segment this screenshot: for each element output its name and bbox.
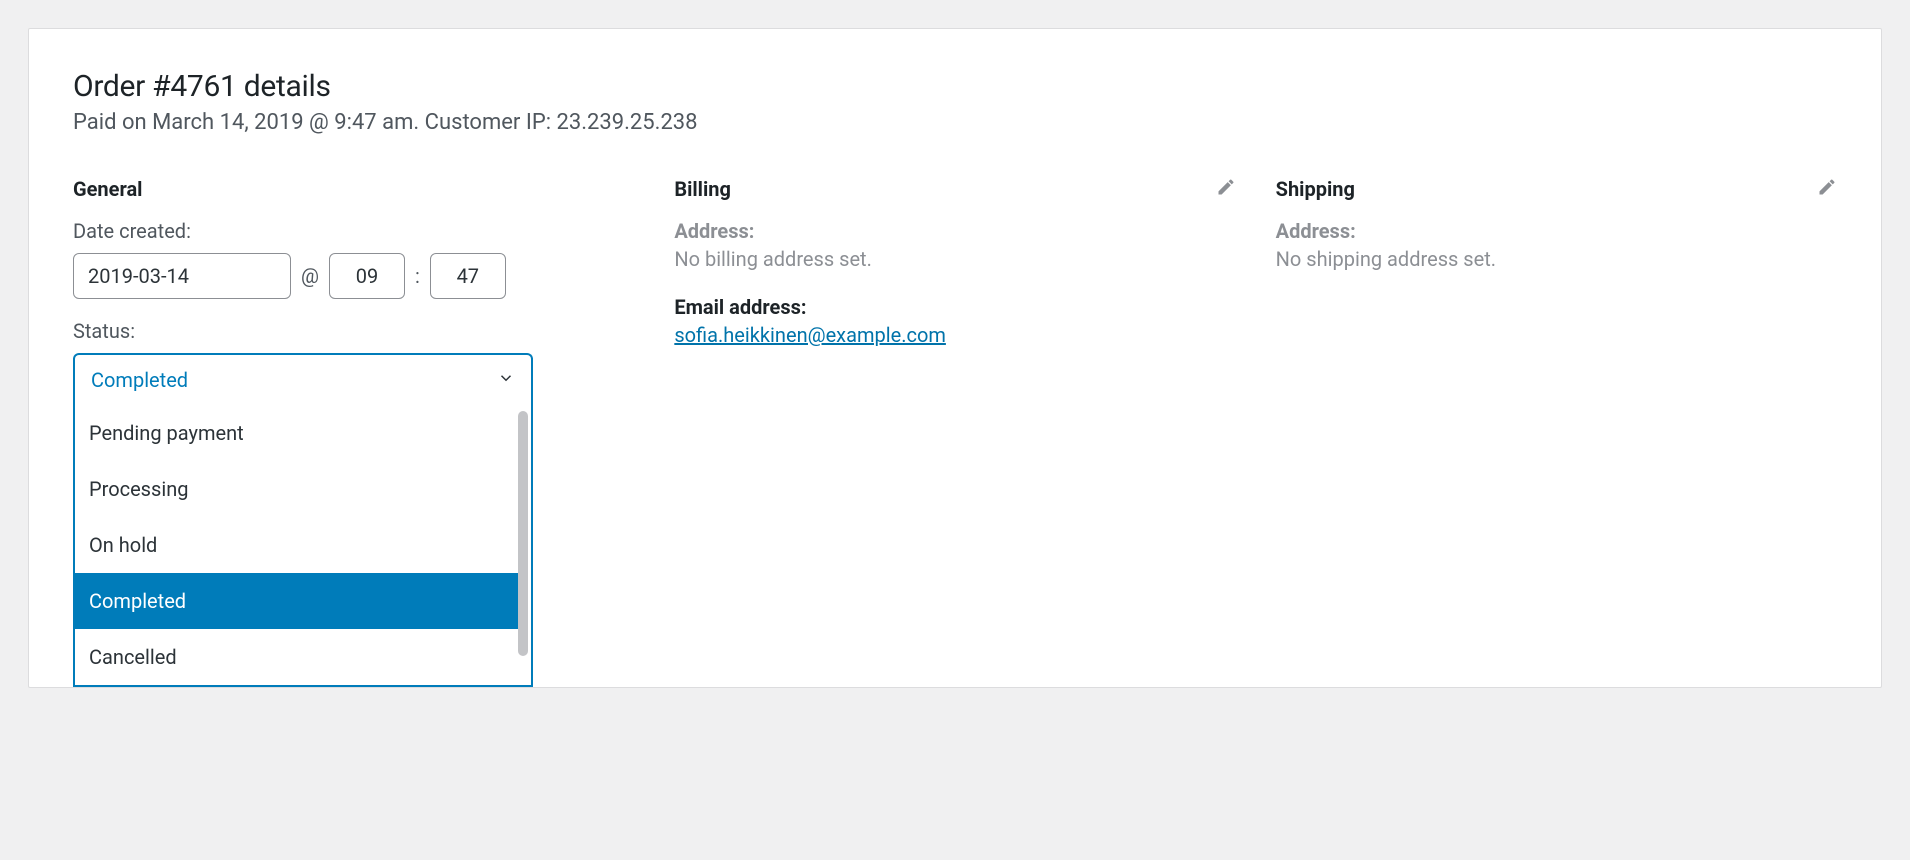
edit-shipping-button[interactable]: [1817, 177, 1837, 201]
status-select[interactable]: Completed: [73, 353, 533, 405]
status-option-completed[interactable]: Completed: [75, 573, 521, 629]
order-title: Order #4761 details: [73, 69, 1837, 104]
billing-email-label: Email address:: [674, 295, 1235, 319]
general-column: General Date created: @ : Status: Comple…: [73, 177, 634, 687]
shipping-column: Shipping Address: No shipping address se…: [1276, 177, 1837, 687]
minute-input[interactable]: [430, 253, 506, 299]
order-details-panel: Order #4761 details Paid on March 14, 20…: [28, 28, 1882, 688]
colon-separator: :: [415, 264, 420, 288]
shipping-heading: Shipping: [1276, 177, 1837, 201]
edit-billing-button[interactable]: [1216, 177, 1236, 201]
status-label: Status:: [73, 319, 634, 343]
pencil-icon: [1817, 177, 1837, 197]
dropdown-scrollbar[interactable]: [518, 411, 528, 656]
chevron-down-icon: [497, 369, 515, 391]
hour-input[interactable]: [329, 253, 405, 299]
pencil-icon: [1216, 177, 1236, 197]
status-option-on-hold[interactable]: On hold: [75, 517, 521, 573]
at-separator: @: [301, 264, 319, 288]
date-input[interactable]: [73, 253, 291, 299]
billing-address-label: Address:: [674, 219, 1235, 243]
status-option-pending[interactable]: Pending payment: [75, 405, 521, 461]
status-option-processing[interactable]: Processing: [75, 461, 521, 517]
status-option-cancelled[interactable]: Cancelled: [75, 629, 521, 685]
order-subtitle: Paid on March 14, 2019 @ 9:47 am. Custom…: [73, 110, 1837, 135]
date-created-row: @ :: [73, 253, 634, 299]
billing-column: Billing Address: No billing address set.…: [674, 177, 1235, 687]
shipping-address-label: Address:: [1276, 219, 1837, 243]
billing-address-value: No billing address set.: [674, 247, 1235, 271]
shipping-address-value: No shipping address set.: [1276, 247, 1837, 271]
status-wrap: Completed Pending payment Processing On …: [73, 353, 634, 687]
date-created-label: Date created:: [73, 219, 634, 243]
columns: General Date created: @ : Status: Comple…: [73, 177, 1837, 687]
general-heading: General: [73, 177, 634, 201]
billing-email-link[interactable]: sofia.heikkinen@example.com: [674, 323, 946, 347]
status-selected-value: Completed: [91, 368, 497, 392]
status-dropdown: Pending payment Processing On hold Compl…: [73, 405, 533, 687]
billing-heading: Billing: [674, 177, 1235, 201]
